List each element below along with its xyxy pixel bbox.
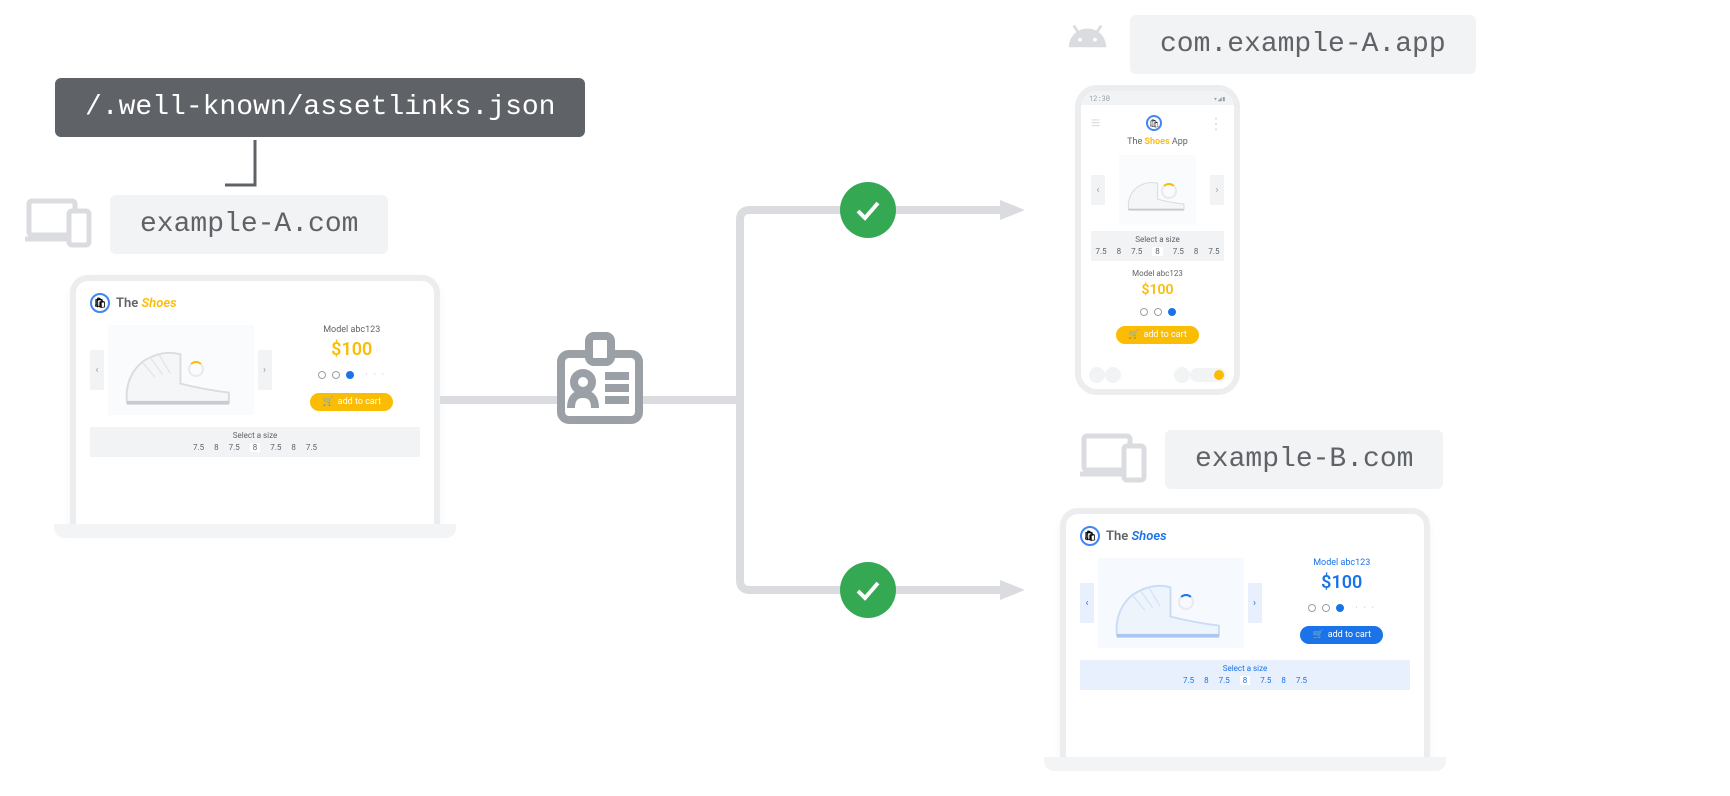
product-price-b: $100: [1274, 572, 1411, 593]
id-badge-icon: [555, 332, 645, 427]
flow-connector: [440, 170, 1040, 620]
color-dots-a: · · ·: [284, 370, 421, 379]
nav-misc-icon: [1174, 367, 1190, 383]
app-title: The Shoes App: [1091, 137, 1224, 147]
loading-spinner-icon: [188, 361, 204, 377]
laptop-b-screen: 🛍 The Shoes ‹ › Model ab: [1080, 526, 1410, 745]
cart-icon: 🛒: [322, 397, 333, 407]
connector-assetlinks-to-domain: [225, 140, 285, 198]
shop-logo-icon: 🛍: [1080, 526, 1100, 546]
shop-header-b: 🛍 The Shoes: [1080, 526, 1410, 546]
color-dots-phone: [1091, 308, 1224, 316]
brand-prefix-a: The: [116, 296, 138, 311]
chevron-right-icon: ›: [258, 350, 272, 390]
shop-header-a: 🛍 The Shoes: [90, 293, 420, 313]
check-icon: [852, 574, 884, 606]
add-to-cart-label-a: add to cart: [338, 397, 381, 407]
product-model-phone: Model abc123: [1091, 269, 1224, 278]
size-list-a: 7.587.587.587.5: [90, 440, 420, 455]
chevron-left-icon: ‹: [1091, 175, 1105, 205]
size-selector-b: Select a size 7.587.587.587.5: [1080, 660, 1410, 690]
add-to-cart-button-a: 🛒 add to cart: [310, 393, 393, 411]
product-image-phone: [1119, 155, 1196, 225]
nav-search-icon: [1105, 367, 1121, 383]
shop-logo-icon: 🛍: [90, 293, 110, 313]
shoe-icon: [1105, 572, 1236, 649]
devices-icon-b: [1080, 430, 1150, 485]
shop-logo-icon: 🛍: [1146, 115, 1162, 131]
shoe-icon: [1123, 166, 1192, 226]
select-size-label-phone: Select a size: [1091, 235, 1224, 244]
add-to-cart-label-phone: add to cart: [1143, 330, 1186, 340]
phone-mockup: 12:30 ▾◢▮ ≡ 🛍 ⋮ The Shoes App ‹ › Sel: [1075, 85, 1240, 395]
devices-icon-a: [25, 195, 95, 250]
size-selector-phone: Select a size 7.587.587.587.5: [1091, 231, 1224, 261]
product-image-b: [1098, 558, 1244, 648]
product-model-b: Model abc123: [1274, 558, 1411, 568]
product-price-phone: $100: [1091, 282, 1224, 298]
color-dots-b: · · ·: [1274, 603, 1411, 612]
brand-word-a: Shoes: [141, 296, 176, 311]
laptop-a-screen: 🛍 The Shoes ‹ › Model ab: [90, 293, 420, 512]
select-size-label-a: Select a size: [90, 431, 420, 440]
check-badge-app: [840, 182, 896, 238]
nav-home-icon: [1089, 367, 1105, 383]
cart-icon: 🛒: [1128, 330, 1139, 340]
add-to-cart-label-b: add to cart: [1328, 630, 1371, 640]
more-icon: ⋮: [1208, 114, 1224, 133]
hamburger-icon: ≡: [1091, 113, 1100, 133]
chevron-left-icon: ‹: [1080, 583, 1094, 623]
brand-word-b: Shoes: [1131, 529, 1166, 544]
size-selector-a: Select a size 7.587.587.587.5: [90, 427, 420, 457]
laptop-domain-b: 🛍 The Shoes ‹ › Model ab: [1060, 508, 1430, 763]
loading-spinner-icon: [1178, 594, 1194, 610]
cart-icon: 🛒: [1312, 630, 1323, 640]
product-price-a: $100: [284, 339, 421, 360]
phone-time: 12:30: [1089, 94, 1110, 103]
phone-bottom-nav: [1089, 367, 1226, 383]
phone-status-bar: 12:30 ▾◢▮: [1081, 91, 1234, 105]
product-model-a: Model abc123: [284, 325, 421, 335]
brand-prefix-b: The: [1106, 529, 1128, 544]
chevron-right-icon: ›: [1248, 583, 1262, 623]
shoe-icon: [115, 339, 246, 416]
product-image-a: [108, 325, 254, 415]
add-to-cart-button-b: 🛒 add to cart: [1300, 626, 1383, 644]
product-carousel-a: ‹ ›: [90, 325, 272, 415]
check-icon: [852, 194, 884, 226]
android-package-label: com.example-A.app: [1130, 15, 1476, 74]
add-to-cart-button-phone: 🛒 add to cart: [1116, 326, 1199, 344]
nav-pill-icon: [1190, 368, 1226, 382]
check-badge-domain-b: [840, 562, 896, 618]
select-size-label-b: Select a size: [1080, 664, 1410, 673]
laptop-domain-a: 🛍 The Shoes ‹ › Model ab: [70, 275, 440, 530]
status-icons: ▾◢▮: [1213, 94, 1226, 103]
android-icon: [1065, 20, 1110, 50]
chevron-left-icon: ‹: [90, 350, 104, 390]
assetlinks-path-label: /.well-known/assetlinks.json: [55, 78, 585, 137]
domain-a-label: example-A.com: [110, 195, 388, 254]
product-carousel-b: ‹ ›: [1080, 558, 1262, 648]
chevron-right-icon: ›: [1210, 175, 1224, 205]
domain-b-label: example-B.com: [1165, 430, 1443, 489]
